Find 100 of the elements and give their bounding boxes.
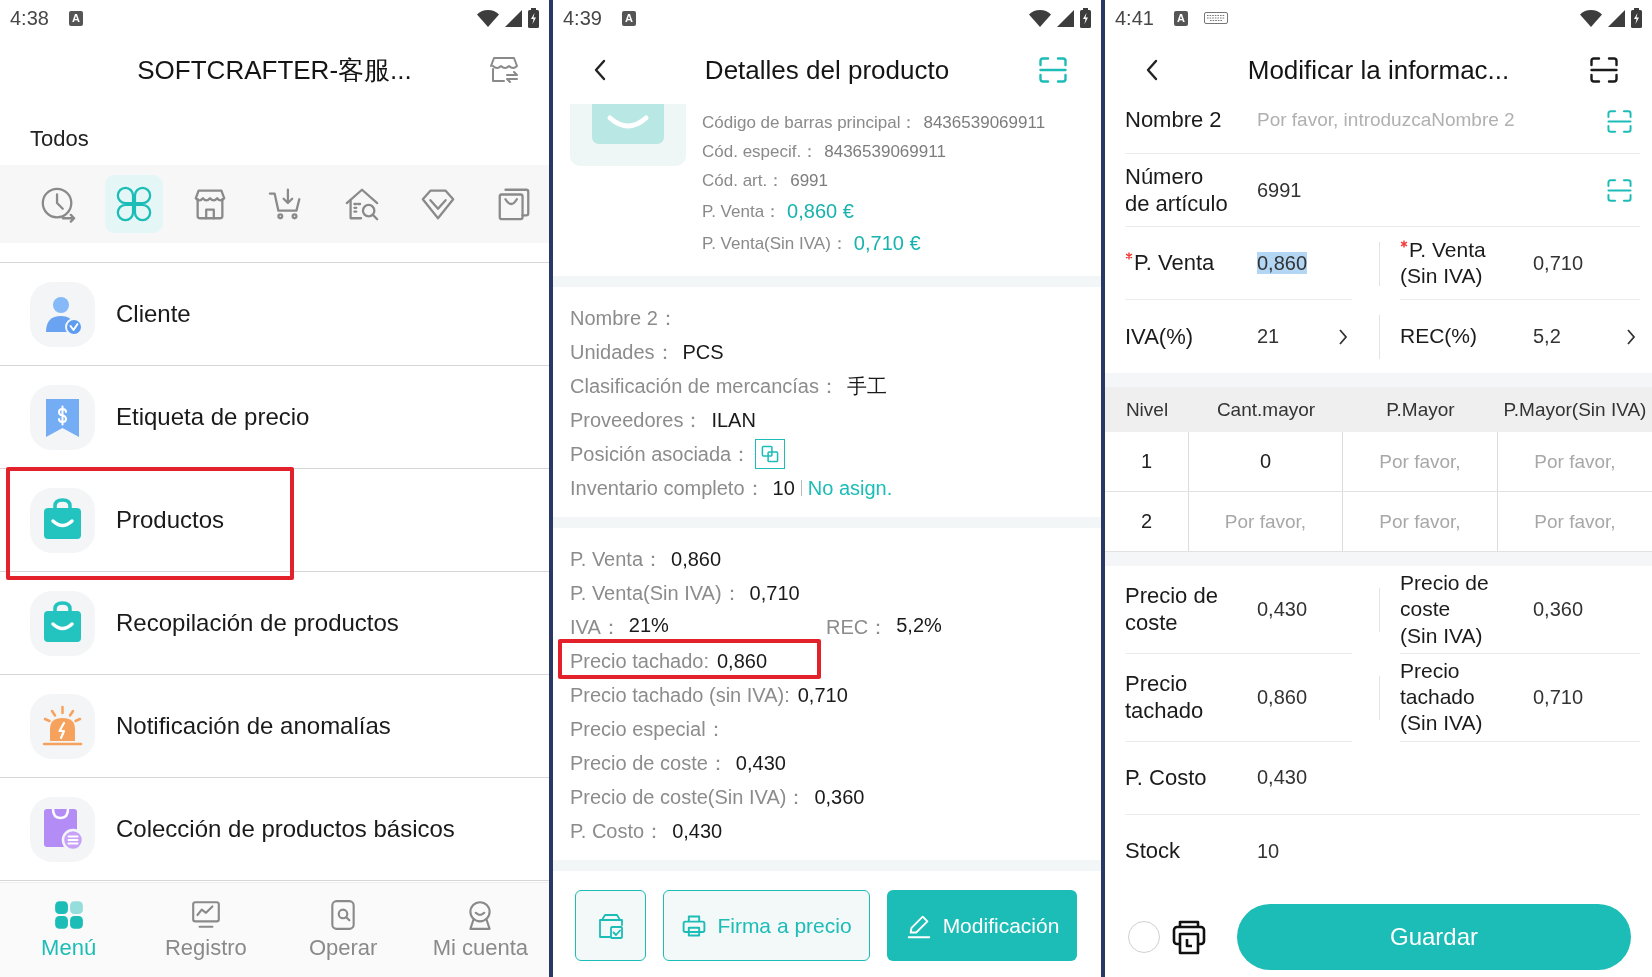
table-input[interactable]: Por favor, — [1189, 492, 1343, 551]
field-value: 0,430 — [735, 751, 786, 775]
field-value: 6991 — [790, 170, 829, 191]
price-tag-icon — [30, 384, 95, 450]
field-value: 8436539069911 — [824, 141, 946, 162]
input-field[interactable]: 0,430 — [1257, 597, 1352, 621]
field-value: 0,710 € — [853, 231, 921, 255]
printer-clock-icon[interactable] — [1171, 918, 1207, 955]
input-field[interactable]: 6991 — [1257, 178, 1607, 202]
signal-icon — [505, 9, 522, 27]
field-label: P. Venta (Sin IVA) — [1400, 237, 1486, 287]
field-value: 0,710 — [749, 581, 800, 605]
field-value: 手工 — [847, 373, 887, 399]
store-swap-icon[interactable] — [487, 55, 519, 85]
table-input[interactable]: Por favor, — [1343, 492, 1498, 551]
column-header: Cant.mayor — [1215, 398, 1317, 421]
field-label: P. Venta： — [702, 200, 782, 223]
table-input[interactable]: Por favor, — [1498, 432, 1652, 491]
field-value: 0,360 — [814, 785, 865, 809]
field-value: 0,860 — [717, 649, 768, 673]
field-label: Nombre 2： — [570, 305, 678, 331]
radio-button[interactable] — [1128, 920, 1160, 953]
battery-icon — [528, 8, 539, 28]
table-input[interactable]: Por favor, — [1498, 492, 1652, 551]
field-label: Stock — [1125, 837, 1182, 865]
input-field[interactable]: 0,860 — [1257, 685, 1352, 709]
category-tab[interactable] — [105, 175, 163, 233]
field-value: 21% — [628, 613, 669, 638]
shopping-bag-icon — [30, 590, 95, 656]
alarm-light-icon — [30, 693, 95, 759]
menu-item[interactable]: Colección de productos básicos — [0, 778, 549, 881]
wifi-icon — [1029, 9, 1051, 27]
back-icon[interactable] — [1145, 59, 1159, 81]
menu-item[interactable]: Cliente — [0, 263, 549, 366]
status-time: 4:38 — [10, 6, 49, 30]
status-time: 4:39 — [563, 6, 602, 30]
field-label: Precio de coste(Sin IVA)： — [570, 784, 807, 810]
field-label: P. Venta — [1134, 250, 1215, 276]
back-icon[interactable] — [593, 59, 607, 81]
page-title: SOFTCRAFTER-客服... — [136, 53, 413, 87]
signal-icon — [1057, 9, 1074, 27]
table-input[interactable]: Por favor, — [1343, 432, 1498, 491]
field-label: Precio de coste — [1125, 582, 1218, 636]
shopping-bag-icon — [30, 487, 95, 553]
field-label: P. Costo： — [570, 818, 665, 844]
person-check-icon — [30, 281, 95, 347]
field-label: Proveedores： — [570, 407, 704, 433]
chart-monitor-icon — [189, 899, 222, 931]
input-field[interactable]: 0,710 — [1533, 685, 1640, 709]
scan-icon[interactable] — [1590, 57, 1618, 83]
field-label: P. Venta(Sin IVA)： — [570, 580, 742, 606]
field-value: PCS — [682, 340, 724, 364]
signal-icon — [1608, 9, 1625, 27]
field-label: Precio especial： — [570, 716, 726, 742]
field-label: P. Costo — [1125, 763, 1208, 792]
clock-arrow-icon — [39, 185, 77, 223]
position-button[interactable] — [755, 439, 786, 469]
wifi-icon — [477, 9, 499, 27]
field-label: Precio tachado: — [570, 649, 709, 673]
field-label: P. Venta： — [570, 546, 664, 572]
field-value: 0,860 € — [787, 199, 854, 223]
column-header: Nivel — [1124, 398, 1170, 421]
input-field[interactable]: 0,360 — [1533, 597, 1640, 621]
field-value: 5,2% — [896, 613, 942, 638]
field-label: IVA： — [570, 614, 621, 640]
field-value: 0,860 — [671, 547, 722, 571]
input-field[interactable]: 0,430 — [1257, 766, 1640, 789]
menu-item[interactable]: Etiqueta de precio — [0, 366, 549, 469]
field-label: Cód. art.： — [702, 170, 785, 192]
clover-icon — [115, 185, 153, 223]
column-header: P.Mayor — [1385, 398, 1456, 421]
battery-icon — [1080, 8, 1091, 28]
field-label: Código de barras principal： — [702, 112, 918, 134]
table-cell: 1 — [1105, 432, 1189, 491]
field-label: Precio de coste (Sin IVA) — [1400, 571, 1489, 647]
section-title: Todos — [29, 125, 90, 153]
notification-badge: A — [621, 10, 636, 26]
notification-badge: A — [1173, 10, 1188, 26]
field-label: Posición asociada： — [570, 441, 752, 467]
input-field[interactable]: 10 — [1257, 839, 1640, 863]
input-field[interactable]: 0,710 — [1533, 251, 1640, 275]
battery-icon — [1631, 8, 1642, 28]
field-label: REC(%) — [1400, 324, 1477, 348]
select-field[interactable]: 5,2 — [1533, 325, 1626, 348]
notification-badge: A — [68, 10, 83, 26]
field-label: Precio de coste： — [570, 750, 728, 776]
overlap-squares-icon — [761, 445, 780, 463]
field-value: 8436539069911 — [923, 112, 1046, 133]
field-label: Precio tachado — [1125, 670, 1204, 724]
field-label: Número de artículo — [1125, 162, 1229, 218]
menu-item[interactable]: Productos — [0, 469, 549, 572]
field-label: Inventario completo： — [570, 475, 765, 501]
select-field[interactable]: 21 — [1257, 325, 1338, 348]
table-input[interactable]: 0 — [1189, 432, 1343, 491]
menu-item[interactable]: Notificación de anomalías — [0, 675, 549, 778]
input-field[interactable]: Por favor, introduzcaNombre 2 — [1257, 106, 1607, 134]
box-check-button[interactable] — [575, 890, 646, 961]
menu-item[interactable]: Recopilación de productos — [0, 572, 549, 675]
field-value: 0,710 — [797, 683, 848, 707]
field-label: REC： — [826, 614, 889, 640]
